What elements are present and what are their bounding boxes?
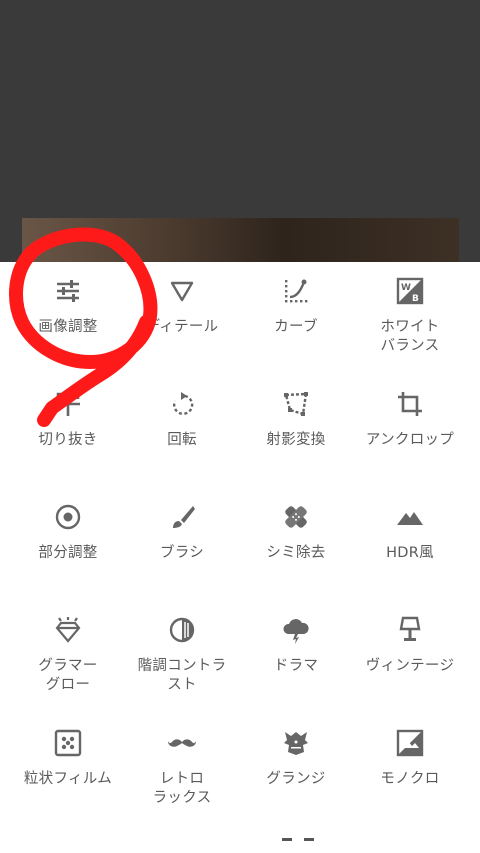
black-white-icon — [395, 728, 425, 758]
tool-retrolux[interactable]: レトロ ラックス — [122, 714, 242, 826]
tool-label: 粒状フィルム — [23, 771, 113, 787]
tool-selective[interactable]: 部分調整 — [8, 488, 128, 600]
grain-film-icon — [53, 728, 83, 758]
tool-label: 回転 — [167, 432, 197, 448]
tool-rotate[interactable]: 回転 — [122, 375, 242, 487]
svg-text:B: B — [412, 294, 419, 304]
brush-icon — [167, 502, 197, 532]
tool-crop[interactable]: 切り抜き — [8, 375, 128, 487]
mountain-hdr-icon — [395, 502, 425, 532]
tool-label: ヴィンテージ — [365, 658, 455, 674]
tool-grunge[interactable]: グランジ — [236, 714, 356, 826]
tool-label: グランジ — [266, 771, 326, 787]
tool-label: 階調コントラ スト — [137, 658, 227, 693]
tool-label: カーブ — [274, 319, 318, 335]
tool-drama[interactable]: ドラマ — [236, 601, 356, 713]
white-balance-icon: WB — [395, 276, 425, 306]
tool-label: ドラマ — [273, 658, 319, 674]
tool-uncrop[interactable]: アンクロップ — [350, 375, 470, 487]
handle-bar-left — [282, 838, 292, 841]
handle-bar-right — [304, 838, 314, 841]
rotate-icon — [167, 389, 197, 419]
tool-label: シミ除去 — [266, 545, 326, 561]
tool-grainy-film[interactable]: 粒状フィルム — [8, 714, 128, 826]
tool-vintage[interactable]: ヴィンテージ — [350, 601, 470, 713]
tool-black-white[interactable]: モノクロ — [350, 714, 470, 826]
tune-sliders-icon — [53, 276, 83, 306]
guitar-icon — [281, 728, 311, 758]
healing-bandage-icon — [281, 502, 311, 532]
diamond-glow-icon — [53, 615, 83, 645]
tool-curves[interactable]: カーブ — [236, 262, 356, 374]
tool-label: グラマー グロー — [38, 658, 98, 693]
tool-label: ホワイト バランス — [380, 319, 440, 354]
tool-perspective[interactable]: 射影変換 — [236, 375, 356, 487]
tool-label: 切り抜き — [38, 432, 98, 448]
tool-glamour-glow[interactable]: グラマー グロー — [8, 601, 128, 713]
uncrop-icon — [395, 389, 425, 419]
tool-tune-image[interactable]: 画像調整 — [8, 262, 128, 374]
lamp-icon — [395, 615, 425, 645]
mustache-icon — [167, 728, 197, 758]
tool-label: ブラシ — [159, 545, 205, 561]
tool-white-balance[interactable]: WB ホワイト バランス — [350, 262, 470, 374]
triangle-details-icon — [167, 276, 197, 306]
tool-details[interactable]: ディテール — [122, 262, 242, 374]
tonal-contrast-icon — [167, 615, 197, 645]
tool-label: 部分調整 — [38, 545, 98, 561]
photo-preview — [0, 0, 480, 262]
crop-expand-icon — [53, 389, 83, 419]
tool-healing[interactable]: シミ除去 — [236, 488, 356, 600]
perspective-icon — [281, 389, 311, 419]
svg-text:W: W — [401, 283, 411, 293]
tool-label: 画像調整 — [38, 319, 98, 335]
tool-hdr[interactable]: HDR風 — [350, 488, 470, 600]
curves-icon — [281, 276, 311, 306]
drag-handle[interactable] — [282, 838, 316, 842]
selective-target-icon — [53, 502, 83, 532]
tool-label: HDR風 — [386, 545, 434, 561]
tool-brush[interactable]: ブラシ — [122, 488, 242, 600]
tool-label: レトロ ラックス — [152, 771, 212, 806]
tool-label: 射影変換 — [266, 432, 326, 448]
tool-label: ディテール — [145, 319, 219, 335]
tool-label: モノクロ — [380, 771, 440, 787]
photo-image — [22, 218, 459, 262]
storm-cloud-icon — [281, 615, 311, 645]
tool-tonal-contrast[interactable]: 階調コントラ スト — [122, 601, 242, 713]
tool-label: アンクロップ — [365, 432, 455, 448]
